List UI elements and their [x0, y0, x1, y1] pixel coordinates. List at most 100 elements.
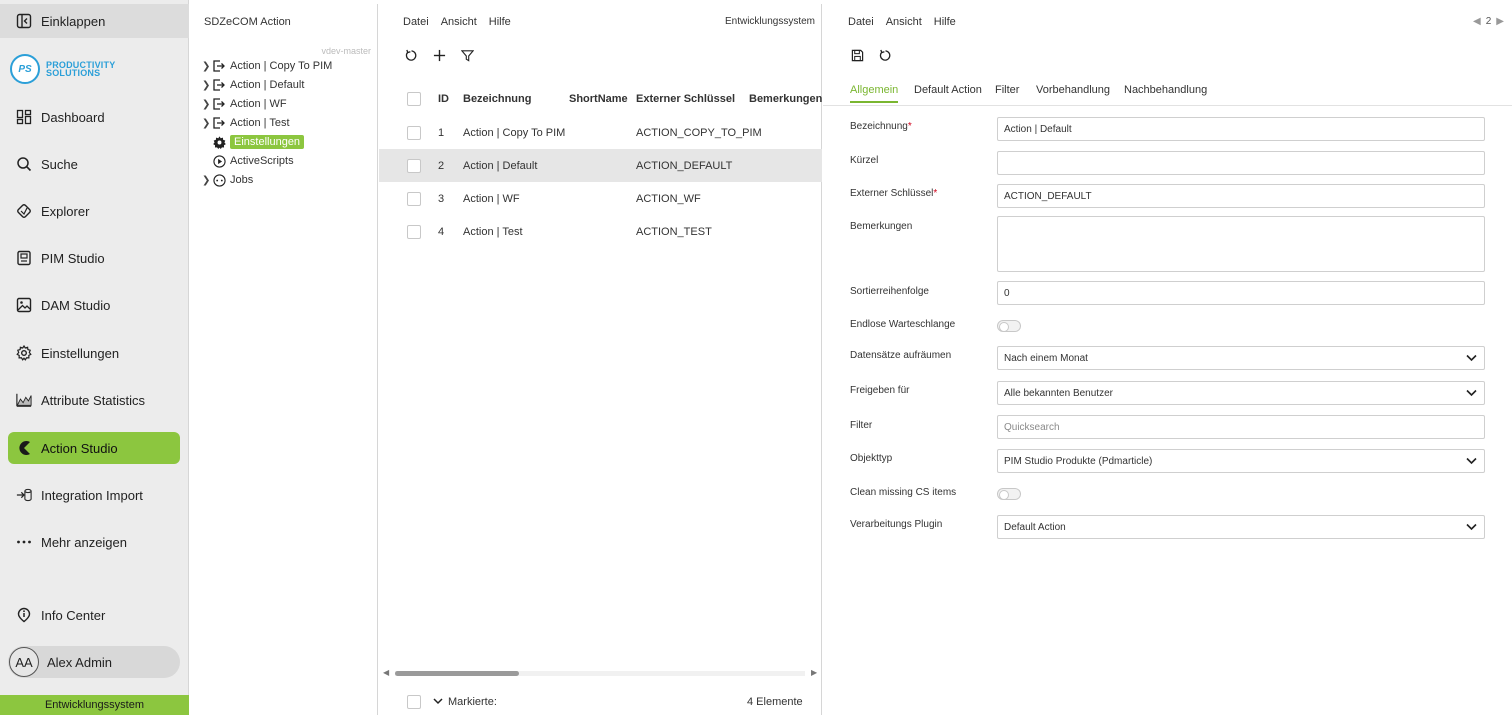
menu-hilfe[interactable]: Hilfe — [934, 16, 956, 28]
tree-node[interactable]: ❯ Action | Copy To PIM — [202, 58, 332, 74]
nav-dam-studio[interactable]: DAM Studio — [8, 289, 180, 321]
statistics-icon — [16, 392, 32, 408]
plugin-label: Verarbeitungs Plugin — [850, 519, 943, 530]
scroll-right-icon[interactable]: ▶ — [811, 668, 817, 677]
nav-mehr-anzeigen[interactable]: Mehr anzeigen — [8, 526, 180, 558]
freigeben-value: Alle bekannten Benutzer — [1004, 387, 1113, 399]
detail-tabs: Allgemein Default Action Filter Vorbehan… — [823, 80, 1512, 106]
col-externer-schluessel[interactable]: Externer Schlüssel — [636, 93, 735, 105]
menu-ansicht[interactable]: Ansicht — [886, 16, 922, 28]
tree-node[interactable]: ❯ Action | Default — [202, 77, 304, 93]
objekttyp-select[interactable]: PIM Studio Produkte (Pdmarticle) — [997, 449, 1485, 473]
plugin-select[interactable]: Default Action — [997, 515, 1485, 539]
cell-extern: ACTION_WF — [636, 192, 701, 205]
chevron-right-icon[interactable]: ❯ — [202, 61, 212, 72]
prev-icon[interactable]: ◀ — [1473, 16, 1481, 27]
chevron-right-icon[interactable]: ❯ — [202, 99, 212, 110]
footer-checkbox[interactable] — [407, 695, 421, 709]
nav-action-studio[interactable]: Action Studio — [8, 432, 180, 464]
cell-bezeichnung: Action | Copy To PIM — [463, 126, 566, 139]
chevron-right-icon[interactable]: ❯ — [202, 118, 212, 129]
table-row[interactable]: 1 Action | Copy To PIM ACTION_COPY_TO_PI… — [379, 116, 822, 149]
chevron-right-icon[interactable]: ❯ — [202, 175, 212, 186]
tab-allgemein[interactable]: Allgemein — [850, 84, 899, 103]
tree-node[interactable]: ❯ Action | Test — [202, 115, 290, 131]
save-icon[interactable] — [850, 48, 864, 62]
nav-label: Explorer — [41, 203, 90, 219]
collapse-button[interactable]: Einklappen — [0, 4, 189, 38]
user-menu[interactable]: AA Alex Admin — [8, 646, 180, 678]
menu-ansicht[interactable]: Ansicht — [441, 16, 477, 28]
nav-explorer[interactable]: Explorer — [8, 195, 180, 227]
tab-vorbehandlung[interactable]: Vorbehandlung — [1036, 84, 1110, 101]
tree-node-einstellungen[interactable]: Einstellungen — [202, 134, 305, 150]
nav-integration-import[interactable]: Integration Import — [8, 479, 180, 511]
tree-node[interactable]: ❯ Action | WF — [202, 96, 287, 112]
collapse-label: Einklappen — [41, 13, 106, 29]
col-bezeichnung[interactable]: Bezeichnung — [463, 93, 531, 105]
tab-nachbehandlung[interactable]: Nachbehandlung — [1124, 84, 1207, 101]
menu-datei[interactable]: Datei — [848, 16, 874, 28]
marked-label: Markierte: — [448, 696, 497, 708]
sortierung-input[interactable]: 0 — [997, 281, 1485, 305]
cell-id: 3 — [438, 192, 445, 205]
tab-default-action[interactable]: Default Action — [914, 84, 982, 101]
jobs-icon — [212, 173, 226, 187]
table-row[interactable]: 3 Action | WF ACTION_WF — [379, 182, 822, 215]
col-shortname[interactable]: ShortName — [569, 93, 628, 105]
col-bemerkungen[interactable]: Bemerkungen — [749, 93, 822, 105]
kuerzel-input[interactable] — [997, 151, 1485, 175]
nav-attribute-statistics[interactable]: Attribute Statistics — [8, 384, 180, 416]
col-id[interactable]: ID — [438, 93, 449, 105]
marked-dropdown[interactable]: Markierte: — [433, 696, 497, 708]
freigeben-select[interactable]: Alle bekannten Benutzer — [997, 381, 1485, 405]
refresh-icon[interactable] — [878, 48, 892, 62]
nav-label: Integration Import — [41, 487, 143, 503]
filter-input[interactable]: Quicksearch — [997, 415, 1485, 439]
action-exit-icon — [212, 59, 226, 73]
row-checkbox[interactable] — [407, 224, 421, 239]
avatar: AA — [9, 647, 39, 677]
scroll-left-icon[interactable]: ◀ — [383, 668, 389, 677]
tree-node-jobs[interactable]: ❯ Jobs — [202, 172, 253, 188]
nav-dashboard[interactable]: Dashboard — [8, 101, 180, 133]
horizontal-scrollbar[interactable]: ◀ ▶ — [383, 668, 819, 678]
row-checkbox[interactable] — [407, 125, 421, 140]
endlos-toggle[interactable] — [997, 320, 1021, 332]
sidebar: Einklappen PS PRODUCTIVITY SOLUTIONS Das… — [0, 0, 189, 715]
chevron-right-icon[interactable]: ❯ — [202, 80, 212, 91]
image-icon — [16, 297, 32, 313]
next-icon[interactable]: ▶ — [1496, 16, 1504, 27]
tab-filter[interactable]: Filter — [995, 84, 1019, 101]
nav-info-center[interactable]: Info Center — [8, 599, 180, 631]
menu-hilfe[interactable]: Hilfe — [489, 16, 511, 28]
table-row-selected[interactable]: 2 Action | Default ACTION_DEFAULT — [379, 149, 822, 182]
menu-datei[interactable]: Datei — [403, 16, 429, 28]
add-icon[interactable] — [432, 48, 446, 62]
tree-title: SDZeCOM Action — [204, 16, 291, 28]
explorer-icon — [16, 203, 32, 219]
scrollbar-thumb[interactable] — [395, 671, 519, 676]
select-all-checkbox[interactable] — [407, 92, 421, 106]
table-row[interactable]: 4 Action | Test ACTION_TEST — [379, 215, 822, 248]
refresh-icon[interactable] — [404, 48, 418, 62]
extern-input[interactable]: ACTION_DEFAULT — [997, 184, 1485, 208]
cell-bezeichnung: Action | WF — [463, 192, 520, 205]
nav-label: Suche — [41, 156, 78, 172]
environment-badge: Entwicklungssystem — [0, 695, 189, 715]
bemerkungen-textarea[interactable] — [997, 216, 1485, 272]
filter-label: Filter — [850, 420, 873, 431]
bezeichnung-input[interactable]: Action | Default — [997, 117, 1485, 141]
row-checkbox[interactable] — [407, 191, 421, 206]
plugin-value: Default Action — [1004, 521, 1066, 533]
filter-icon[interactable] — [460, 48, 474, 62]
action-exit-icon — [212, 116, 226, 130]
nav-einstellungen[interactable]: Einstellungen — [8, 337, 180, 369]
nav-pim-studio[interactable]: PIM Studio — [8, 242, 180, 274]
datensaetze-select[interactable]: Nach einem Monat — [997, 346, 1485, 370]
row-checkbox[interactable] — [407, 158, 421, 173]
tree-node-activescripts[interactable]: ActiveScripts — [202, 153, 294, 169]
action-exit-icon — [212, 97, 226, 111]
nav-suche[interactable]: Suche — [8, 148, 180, 180]
clean-toggle[interactable] — [997, 488, 1021, 500]
